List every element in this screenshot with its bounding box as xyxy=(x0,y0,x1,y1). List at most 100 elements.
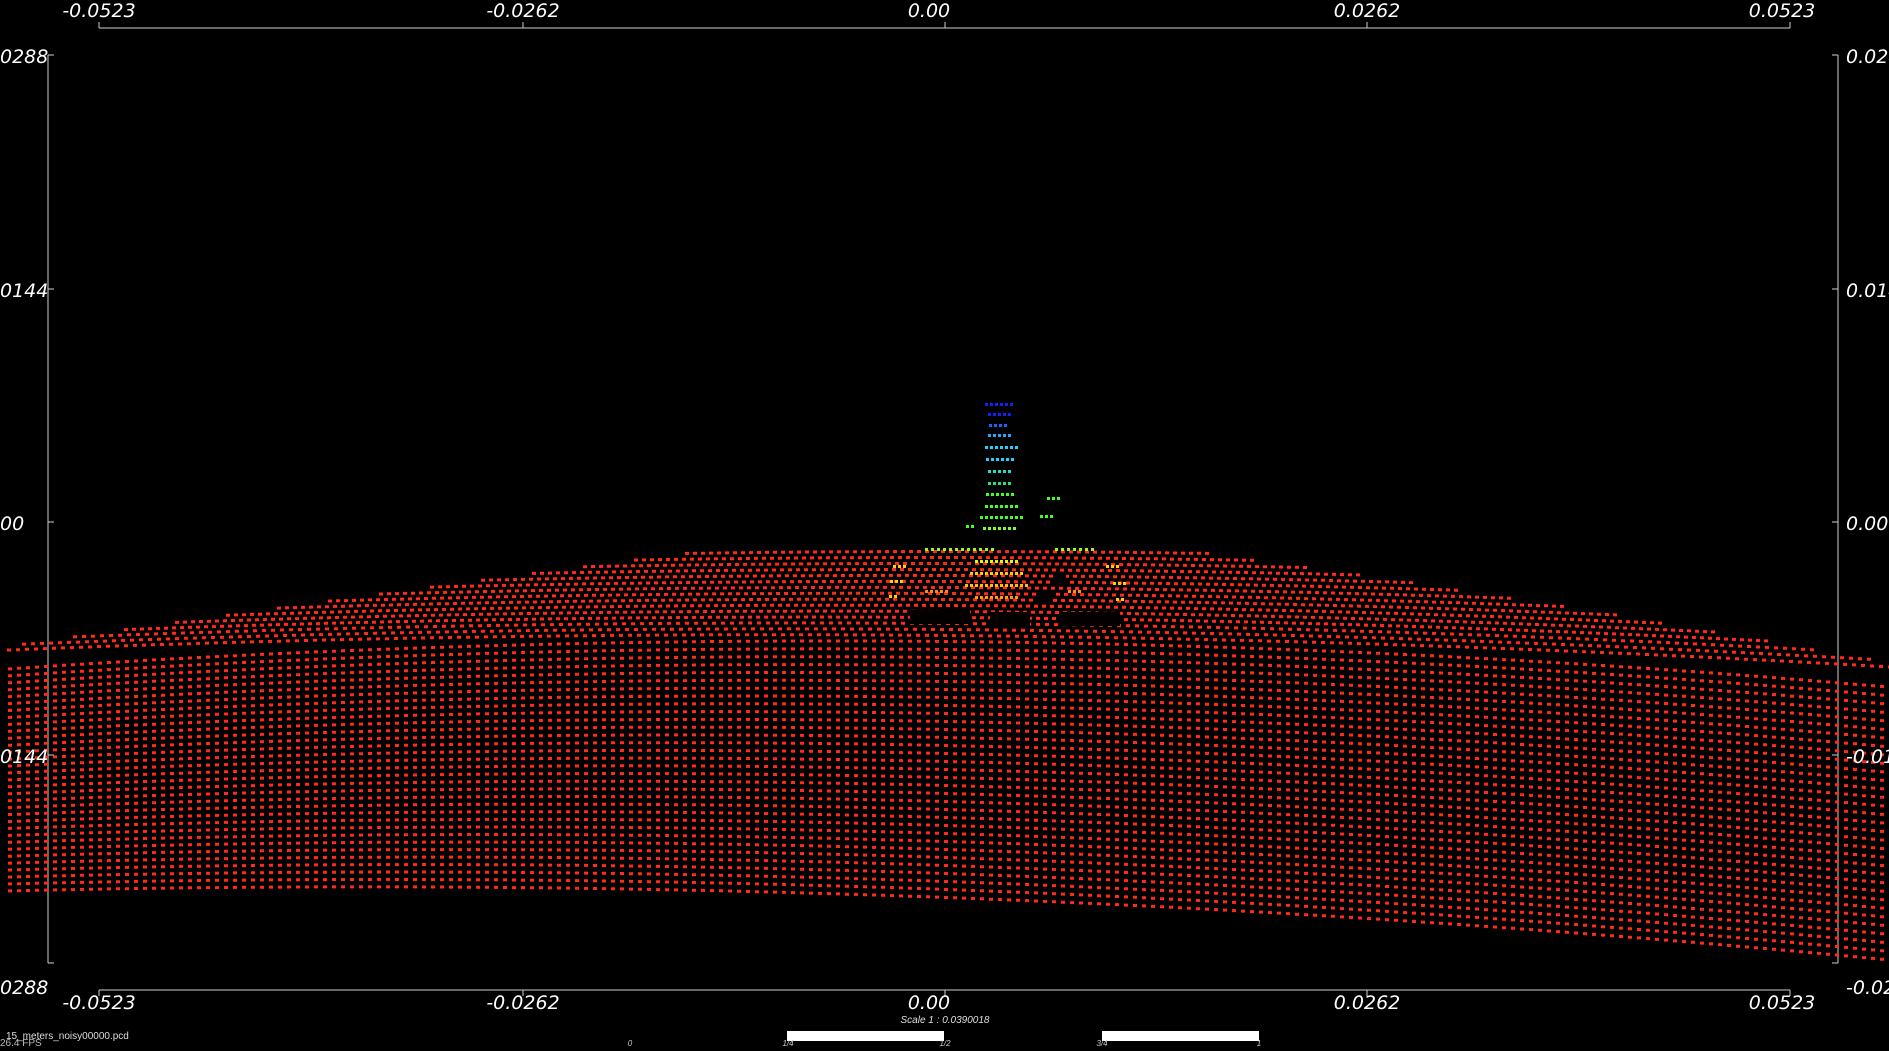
object-point xyxy=(1015,596,1018,599)
object-point xyxy=(990,572,993,575)
object-point xyxy=(988,527,991,530)
object-point xyxy=(995,505,998,508)
object-point xyxy=(1010,596,1013,599)
object-point xyxy=(998,470,1001,473)
object-point xyxy=(990,505,993,508)
object-point xyxy=(945,590,948,593)
object-point xyxy=(990,560,993,563)
object-point xyxy=(895,580,898,583)
object-shadow xyxy=(990,612,1030,626)
bottom-tick-label: -0.0262 xyxy=(486,992,560,1014)
object-point xyxy=(1000,584,1003,587)
object-point xyxy=(1008,470,1011,473)
object-point xyxy=(994,424,997,427)
object-shadow xyxy=(1054,572,1066,586)
object-point xyxy=(1010,403,1013,406)
object-point xyxy=(990,403,993,406)
object-point xyxy=(991,458,994,461)
object-point xyxy=(1111,565,1114,568)
object-point xyxy=(935,590,938,593)
right-tick-label: -0.01 xyxy=(1846,746,1889,768)
object-point xyxy=(967,548,970,551)
object-point xyxy=(998,413,1001,416)
object-point xyxy=(991,493,994,496)
object-point xyxy=(1000,560,1003,563)
object-point xyxy=(991,548,994,551)
object-point xyxy=(925,590,928,593)
object-point xyxy=(1123,582,1126,585)
object-point xyxy=(937,548,940,551)
object-point xyxy=(1003,434,1006,437)
object-point xyxy=(1116,598,1119,601)
left-tick-label: 0288 xyxy=(0,977,49,999)
object-point xyxy=(988,482,991,485)
top-tick-label: 0.0262 xyxy=(1333,0,1401,22)
object-point xyxy=(1020,584,1023,587)
object-point xyxy=(966,525,969,528)
object-point xyxy=(1000,403,1003,406)
left-tick-label: 0144 xyxy=(0,280,49,302)
object-point xyxy=(898,565,901,568)
object-point xyxy=(999,424,1002,427)
object-point xyxy=(996,493,999,496)
object-point xyxy=(1015,584,1018,587)
object-point xyxy=(998,434,1001,437)
object-point xyxy=(980,560,983,563)
object-shadow xyxy=(910,610,970,624)
object-point xyxy=(1001,458,1004,461)
object-point xyxy=(985,572,988,575)
object-point xyxy=(1025,584,1028,587)
object-point xyxy=(1004,424,1007,427)
object-point xyxy=(1085,548,1088,551)
left-tick-label: 00 xyxy=(0,513,25,535)
object-point xyxy=(988,470,991,473)
object-point xyxy=(1008,527,1011,530)
top-tick-label: 0.0523 xyxy=(1748,0,1816,22)
object-point xyxy=(983,527,986,530)
left-tick-label: 0288 xyxy=(0,46,49,68)
object-point xyxy=(975,596,978,599)
point-cloud-viewport[interactable] xyxy=(0,0,1889,1051)
object-point xyxy=(1079,548,1082,551)
object-point xyxy=(985,516,988,519)
object-point xyxy=(1003,413,1006,416)
object-point xyxy=(930,590,933,593)
scale-tick-label: 1 xyxy=(1256,1039,1262,1048)
object-point xyxy=(990,596,993,599)
object-point xyxy=(985,446,988,449)
object-point xyxy=(975,584,978,587)
object-point xyxy=(931,548,934,551)
object-point xyxy=(1005,446,1008,449)
object-shadow xyxy=(1037,590,1053,604)
top-tick-label: -0.0523 xyxy=(62,0,136,22)
object-point xyxy=(1010,446,1013,449)
object-point xyxy=(980,584,983,587)
object-point xyxy=(1052,497,1055,500)
object-point xyxy=(1011,493,1014,496)
object-point xyxy=(894,595,897,598)
object-point xyxy=(943,548,946,551)
object-point xyxy=(1005,572,1008,575)
object-point xyxy=(900,580,903,583)
object-point xyxy=(1116,565,1119,568)
object-point xyxy=(925,548,928,551)
object-point xyxy=(1005,560,1008,563)
object-point xyxy=(1000,446,1003,449)
bottom-tick-label: 0.0262 xyxy=(1333,992,1401,1014)
object-point xyxy=(1015,572,1018,575)
object-point xyxy=(1020,572,1023,575)
object-point xyxy=(970,572,973,575)
object-point xyxy=(1000,505,1003,508)
object-point xyxy=(1005,505,1008,508)
object-point xyxy=(986,493,989,496)
object-point xyxy=(1010,572,1013,575)
object-point xyxy=(1008,482,1011,485)
object-point xyxy=(995,446,998,449)
object-point xyxy=(1015,505,1018,508)
object-point xyxy=(979,548,982,551)
object-point xyxy=(988,434,991,437)
object-point xyxy=(1040,515,1043,518)
object-point xyxy=(1045,515,1048,518)
object-point xyxy=(980,596,983,599)
object-point xyxy=(961,548,964,551)
